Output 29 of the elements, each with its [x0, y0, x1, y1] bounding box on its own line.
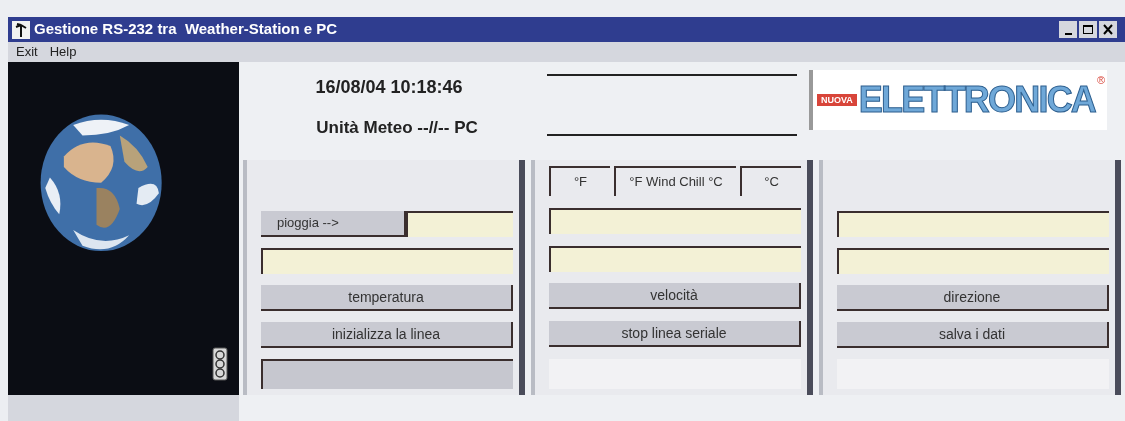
- registered-mark: ®: [1097, 73, 1106, 88]
- logo-text: ELETTRONICA: [858, 82, 1096, 118]
- rain-button[interactable]: pioggia -->: [261, 211, 406, 237]
- close-icon[interactable]: [1099, 21, 1117, 38]
- unit-label: °C: [740, 166, 801, 196]
- command-button[interactable]: direzione: [837, 285, 1109, 311]
- logo-badge: NUOVA: [817, 94, 857, 106]
- menu-item[interactable]: Help: [49, 42, 77, 62]
- input-field[interactable]: [549, 245, 801, 272]
- command-button[interactable]: temperatura: [261, 285, 513, 311]
- traffic-light-icon: [209, 347, 231, 381]
- command-button[interactable]: inizializza la linea: [261, 322, 513, 348]
- input-field[interactable]: [837, 248, 1109, 274]
- input-field[interactable]: [837, 211, 1109, 237]
- menu-item[interactable]: Exit: [16, 42, 38, 62]
- minimize-button[interactable]: [1059, 21, 1077, 38]
- maximize-button[interactable]: [1079, 21, 1097, 38]
- date-time: 16/08/04 10:18:46: [315, 76, 463, 99]
- input-field[interactable]: [549, 207, 801, 234]
- input-field[interactable]: [406, 211, 513, 237]
- command-button[interactable]: stop linea seriale: [549, 321, 801, 348]
- unit-label: °F: [549, 166, 610, 196]
- command-button[interactable]: salva i dati: [837, 322, 1109, 348]
- subtitle: Unità Meteo --//-- PC: [315, 117, 478, 139]
- command-button[interactable]: velocità: [549, 283, 801, 310]
- unit-label: °F Wind Chill °C: [613, 166, 737, 196]
- app-icon: [12, 20, 30, 39]
- window-title: Gestione RS-232 tra Weather-Station e PC: [34, 19, 338, 40]
- input-field[interactable]: [261, 248, 513, 274]
